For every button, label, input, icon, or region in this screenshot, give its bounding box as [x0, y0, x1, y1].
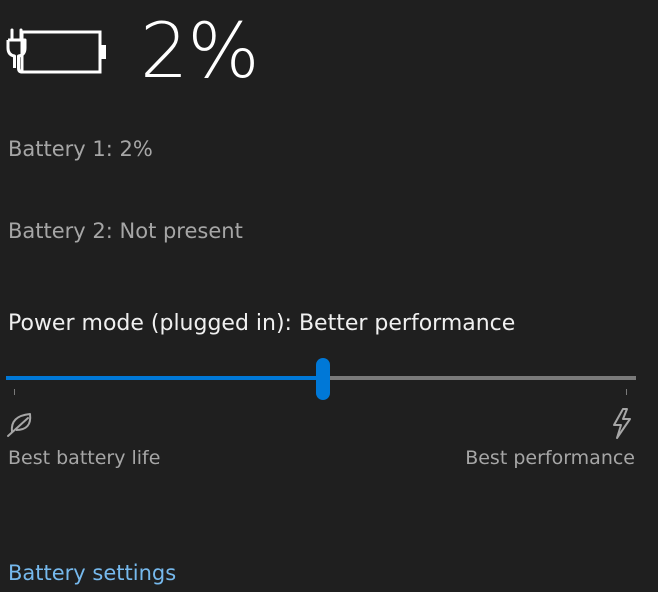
- slider-thumb[interactable]: [316, 358, 330, 400]
- battery-settings-link[interactable]: Battery settings: [8, 561, 176, 585]
- battery-1-status: Battery 1: 2%: [8, 137, 153, 161]
- slider-fill: [6, 376, 323, 380]
- power-mode-slider[interactable]: [6, 356, 636, 402]
- best-battery-life-label: Best battery life: [8, 447, 161, 469]
- best-performance-label: Best performance: [465, 447, 635, 469]
- leaf-icon: [7, 413, 32, 437]
- battery-charging-icon: [6, 28, 106, 74]
- power-mode-label: Power mode (plugged in): Better performa…: [8, 311, 516, 336]
- slider-tick-end: [626, 389, 627, 395]
- battery-2-status: Battery 2: Not present: [8, 219, 243, 243]
- lightning-bolt-icon: [613, 408, 631, 439]
- battery-percentage: 2%: [140, 6, 260, 95]
- slider-tick-start: [14, 389, 15, 395]
